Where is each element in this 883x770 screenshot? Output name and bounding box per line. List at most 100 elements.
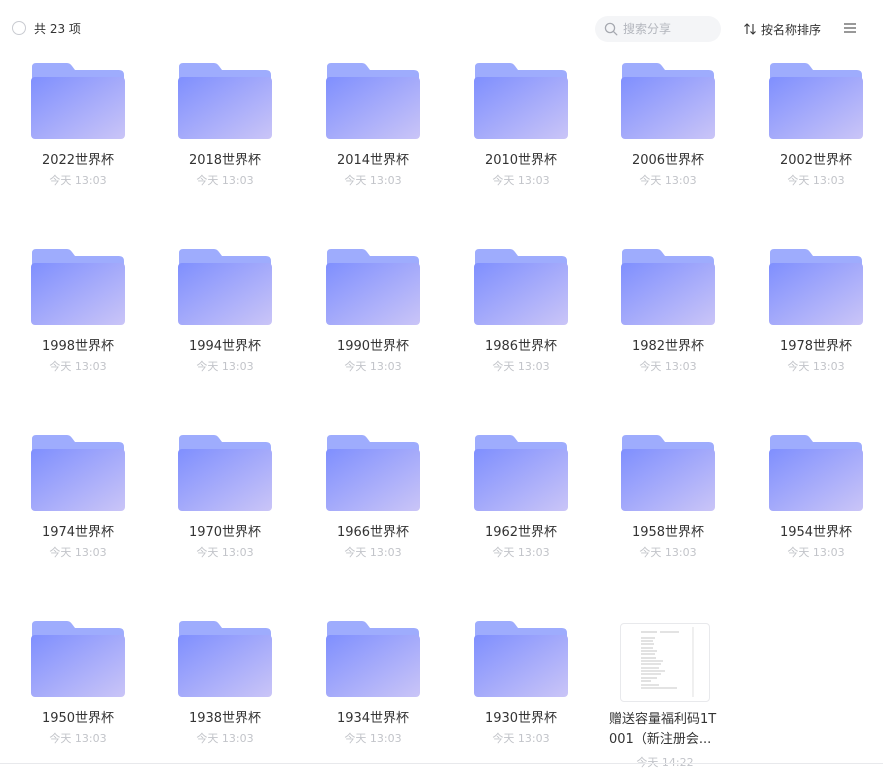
modified-time: 今天 13:03 xyxy=(196,546,254,559)
folder-item[interactable]: 2014世界杯 今天 13:03 xyxy=(308,58,438,198)
search-input[interactable] xyxy=(623,16,713,42)
modified-time: 今天 13:03 xyxy=(49,546,107,559)
folder-icon xyxy=(474,63,568,139)
folder-icon xyxy=(178,435,272,511)
view-menu-icon[interactable] xyxy=(843,22,857,34)
modified-time: 今天 13:03 xyxy=(492,174,550,187)
folder-name: 2014世界杯 xyxy=(336,153,410,168)
bottom-divider xyxy=(0,763,883,764)
folder-name: 1938世界杯 xyxy=(188,711,262,726)
folder-name: 1998世界杯 xyxy=(41,339,115,354)
folder-name: 1934世界杯 xyxy=(336,711,410,726)
modified-time: 今天 13:03 xyxy=(787,174,845,187)
modified-time: 今天 13:03 xyxy=(492,546,550,559)
folder-name: 1994世界杯 xyxy=(188,339,262,354)
modified-time: 今天 13:03 xyxy=(492,732,550,745)
folder-item[interactable]: 1970世界杯 今天 13:03 xyxy=(160,430,290,570)
folder-icon xyxy=(474,621,568,697)
folder-item[interactable]: 1982世界杯 今天 13:03 xyxy=(603,244,733,384)
folder-name: 1950世界杯 xyxy=(41,711,115,726)
folder-icon xyxy=(326,249,420,325)
folder-icon xyxy=(769,249,863,325)
search-box[interactable] xyxy=(595,16,721,42)
modified-time: 今天 13:03 xyxy=(639,174,697,187)
folder-icon xyxy=(769,63,863,139)
folder-item[interactable]: 2002世界杯 今天 13:03 xyxy=(751,58,881,198)
folder-name: 1986世界杯 xyxy=(484,339,558,354)
modified-time: 今天 13:03 xyxy=(492,360,550,373)
folder-icon xyxy=(474,249,568,325)
folder-item[interactable]: 1958世界杯 今天 13:03 xyxy=(603,430,733,570)
folder-name: 1958世界杯 xyxy=(631,525,705,540)
folder-icon xyxy=(31,621,125,697)
folder-item[interactable]: 2022世界杯 今天 13:03 xyxy=(13,58,143,198)
folder-item[interactable]: 1990世界杯 今天 13:03 xyxy=(308,244,438,384)
modified-time: 今天 13:03 xyxy=(344,360,402,373)
modified-time: 今天 13:03 xyxy=(639,360,697,373)
folder-icon xyxy=(178,249,272,325)
folder-name: 1982世界杯 xyxy=(631,339,705,354)
folder-item[interactable]: 1978世界杯 今天 13:03 xyxy=(751,244,881,384)
folder-icon xyxy=(769,435,863,511)
modified-time: 今天 13:03 xyxy=(639,546,697,559)
folder-name: 1954世界杯 xyxy=(779,525,853,540)
folder-icon xyxy=(621,249,715,325)
sort-button[interactable]: 按名称排序 xyxy=(743,20,821,38)
document-icon xyxy=(620,623,710,702)
folder-name: 1990世界杯 xyxy=(336,339,410,354)
folder-name: 1970世界杯 xyxy=(188,525,262,540)
modified-time: 今天 13:03 xyxy=(344,174,402,187)
sort-label: 按名称排序 xyxy=(761,22,822,37)
folder-icon xyxy=(621,435,715,511)
folder-name: 2022世界杯 xyxy=(41,153,115,168)
file-name: 赠送容量福利码1T001（新注册会... xyxy=(609,712,717,747)
folder-icon xyxy=(326,621,420,697)
folder-item[interactable]: 1954世界杯 今天 13:03 xyxy=(751,430,881,570)
folder-item[interactable]: 2010世界杯 今天 13:03 xyxy=(456,58,586,198)
folder-item[interactable]: 1994世界杯 今天 13:03 xyxy=(160,244,290,384)
folder-item[interactable]: 1962世界杯 今天 13:03 xyxy=(456,430,586,570)
file-item[interactable]: 赠送容量福利码1T001（新注册会... 今天 14:22 xyxy=(609,616,722,769)
folder-item[interactable]: 2006世界杯 今天 13:03 xyxy=(603,58,733,198)
folder-item[interactable]: 1934世界杯 今天 13:03 xyxy=(308,616,438,756)
folder-icon xyxy=(326,435,420,511)
folder-name: 2002世界杯 xyxy=(779,153,853,168)
folder-icon xyxy=(178,621,272,697)
folder-name: 1966世界杯 xyxy=(336,525,410,540)
toolbar: 共 23 项 按名称排序 xyxy=(0,0,883,58)
folder-item[interactable]: 1950世界杯 今天 13:03 xyxy=(13,616,143,756)
folder-item[interactable]: 1998世界杯 今天 13:03 xyxy=(13,244,143,384)
folder-item[interactable]: 1974世界杯 今天 13:03 xyxy=(13,430,143,570)
folder-item[interactable]: 1930世界杯 今天 13:03 xyxy=(456,616,586,756)
modified-time: 今天 13:03 xyxy=(196,174,254,187)
folder-icon xyxy=(31,63,125,139)
modified-time: 今天 13:03 xyxy=(344,732,402,745)
folder-icon xyxy=(31,249,125,325)
modified-time: 今天 13:03 xyxy=(196,360,254,373)
modified-time: 今天 13:03 xyxy=(49,732,107,745)
modified-time: 今天 13:03 xyxy=(196,732,254,745)
item-count-label: 共 23 项 xyxy=(34,22,81,36)
folder-icon xyxy=(621,63,715,139)
modified-time: 今天 13:03 xyxy=(787,546,845,559)
modified-time: 今天 13:03 xyxy=(49,174,107,187)
folder-icon xyxy=(31,435,125,511)
select-all-checkbox[interactable] xyxy=(12,21,26,35)
folder-name: 1962世界杯 xyxy=(484,525,558,540)
folder-name: 2006世界杯 xyxy=(631,153,705,168)
folder-name: 2018世界杯 xyxy=(188,153,262,168)
folder-item[interactable]: 1938世界杯 今天 13:03 xyxy=(160,616,290,756)
folder-name: 1930世界杯 xyxy=(484,711,558,726)
sort-arrows-icon xyxy=(744,23,756,35)
folder-icon xyxy=(474,435,568,511)
modified-time: 今天 13:03 xyxy=(787,360,845,373)
folder-item[interactable]: 1966世界杯 今天 13:03 xyxy=(308,430,438,570)
folder-name: 1974世界杯 xyxy=(41,525,115,540)
folder-item[interactable]: 2018世界杯 今天 13:03 xyxy=(160,58,290,198)
modified-time: 今天 13:03 xyxy=(344,546,402,559)
folder-name: 2010世界杯 xyxy=(484,153,558,168)
folder-name: 1978世界杯 xyxy=(779,339,853,354)
modified-time: 今天 13:03 xyxy=(49,360,107,373)
folder-item[interactable]: 1986世界杯 今天 13:03 xyxy=(456,244,586,384)
search-icon xyxy=(604,22,618,36)
